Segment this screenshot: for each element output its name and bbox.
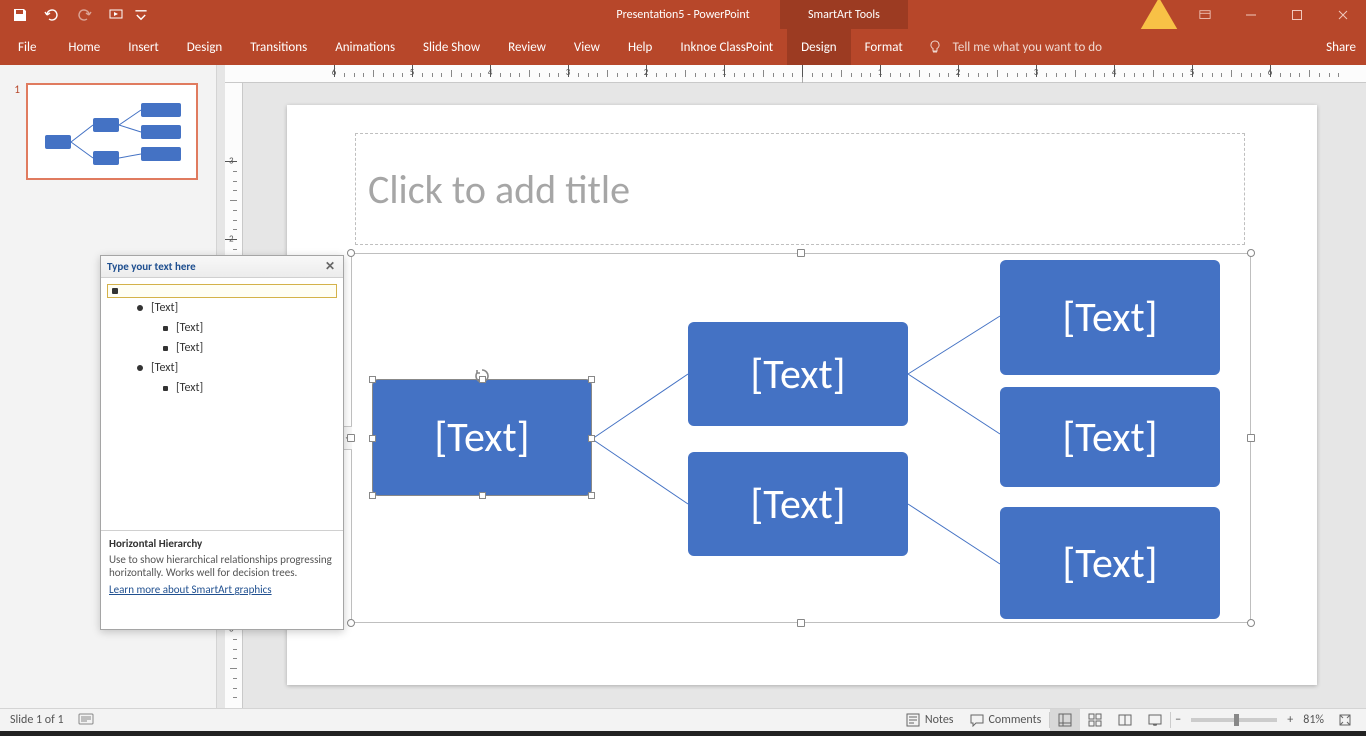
- text-pane-close-button[interactable]: ✕: [323, 260, 337, 274]
- smartart-frame[interactable]: ◂ [Text]: [351, 253, 1251, 623]
- text-pane-item[interactable]: [Text]: [107, 378, 337, 398]
- zoom-out-button[interactable]: −: [1171, 709, 1185, 732]
- titlebar: Presentation5 - PowerPoint SmartArt Tool…: [0, 0, 1366, 29]
- tab-help[interactable]: Help: [614, 29, 666, 65]
- slide-canvas-area[interactable]: Click to add title ◂: [247, 87, 1348, 704]
- text-pane-header[interactable]: Type your text here ✕: [101, 256, 343, 278]
- tab-slide-show[interactable]: Slide Show: [409, 29, 494, 65]
- tab-file[interactable]: File: [0, 29, 54, 65]
- title-placeholder[interactable]: Click to add title: [355, 133, 1245, 245]
- tab-insert[interactable]: Insert: [114, 29, 173, 65]
- taskbar-sliver: [0, 731, 1366, 736]
- tab-smartart-format[interactable]: Format: [851, 29, 917, 65]
- text-pane-item[interactable]: [Text]: [107, 358, 337, 378]
- tab-animations[interactable]: Animations: [321, 29, 409, 65]
- slide-sorter-view-button[interactable]: [1080, 709, 1110, 732]
- thumbnail-slot: 1: [10, 83, 206, 180]
- text-pane-title: Type your text here: [107, 260, 196, 273]
- contextual-tools-label: SmartArt Tools: [780, 0, 908, 29]
- maximize-button[interactable]: [1274, 0, 1320, 29]
- thumbnail-number: 1: [10, 83, 20, 180]
- title-text: Presentation5 - PowerPoint: [616, 8, 749, 22]
- slide: Click to add title ◂: [287, 105, 1317, 685]
- smartart-node-root[interactable]: [Text]: [372, 379, 592, 496]
- text-pane-item-text: [Text]: [151, 361, 178, 375]
- text-pane-item-text: [Text]: [176, 321, 203, 335]
- tab-smartart-design[interactable]: Design: [787, 29, 850, 65]
- smartart-node-text: [Text]: [750, 479, 845, 530]
- spellcheck-icon[interactable]: [78, 713, 94, 727]
- notes-label: Notes: [925, 713, 954, 727]
- smartart-node-l3c[interactable]: [Text]: [1000, 507, 1220, 619]
- normal-view-button[interactable]: [1050, 709, 1080, 732]
- save-button[interactable]: [6, 3, 34, 27]
- smartart-node-l2a[interactable]: [Text]: [688, 322, 908, 426]
- slideshow-view-button[interactable]: [1140, 709, 1170, 732]
- text-pane-footer-desc: Use to show hierarchical relationships p…: [109, 553, 335, 579]
- smartart-node-text: [Text]: [1062, 292, 1157, 343]
- text-pane-item-text: [Text]: [151, 301, 178, 315]
- quick-access-toolbar: [0, 3, 154, 27]
- tab-home[interactable]: Home: [54, 29, 114, 65]
- ribbon-tabs: File Home Insert Design Transitions Anim…: [0, 29, 1366, 65]
- notes-button[interactable]: Notes: [898, 709, 962, 732]
- redo-button[interactable]: [70, 3, 98, 27]
- rotate-handle-icon[interactable]: [473, 346, 491, 397]
- text-pane-body: [Text] [Text] [Text] [Text] [Text]: [101, 278, 343, 530]
- status-bar: Slide 1 of 1 Notes Comments − + 81%: [0, 708, 1366, 731]
- reading-view-button[interactable]: [1110, 709, 1140, 732]
- share-button[interactable]: Share: [1320, 29, 1356, 65]
- text-pane-footer: Horizontal Hierarchy Use to show hierarc…: [101, 530, 343, 604]
- title-placeholder-text: Click to add title: [368, 165, 630, 214]
- text-pane-learn-more-link[interactable]: Learn more about SmartArt graphics: [109, 583, 272, 596]
- status-bar-right: Notes Comments − + 81%: [898, 709, 1360, 732]
- document-title: Presentation5 - PowerPoint: [616, 8, 749, 22]
- slide-thumbnail-1[interactable]: [26, 83, 198, 180]
- text-pane-item-text: [Text]: [176, 381, 203, 395]
- text-pane-item[interactable]: [Text]: [107, 338, 337, 358]
- tab-design[interactable]: Design: [173, 29, 236, 65]
- text-pane-item[interactable]: [Text]: [107, 318, 337, 338]
- smartart-node-l3a[interactable]: [Text]: [1000, 260, 1220, 375]
- zoom-level[interactable]: 81%: [1297, 709, 1330, 732]
- smartart-node-text: [Text]: [750, 349, 845, 400]
- tab-review[interactable]: Review: [494, 29, 560, 65]
- tell-me-search[interactable]: Tell me what you want to do: [927, 29, 1102, 65]
- smartart-node-text: [Text]: [434, 412, 529, 463]
- warning-icon[interactable]: [1136, 0, 1182, 29]
- smartart-node-l3b[interactable]: [Text]: [1000, 387, 1220, 487]
- status-bar-left: Slide 1 of 1: [0, 713, 104, 727]
- ribbon-display-options-button[interactable]: [1182, 0, 1228, 29]
- window-controls: [1136, 0, 1366, 29]
- tab-view[interactable]: View: [560, 29, 614, 65]
- tell-me-label: Tell me what you want to do: [953, 40, 1102, 55]
- smartart-node-text: [Text]: [1062, 412, 1157, 463]
- comments-label: Comments: [989, 713, 1042, 727]
- undo-button[interactable]: [38, 3, 66, 27]
- text-pane-item[interactable]: [Text]: [107, 298, 337, 318]
- zoom-slider[interactable]: [1191, 718, 1277, 722]
- smartart-node-l2b[interactable]: [Text]: [688, 452, 908, 556]
- text-pane-item[interactable]: [107, 284, 337, 298]
- horizontal-ruler[interactable]: 654321123456: [225, 65, 1366, 83]
- qat-customize-button[interactable]: [134, 3, 148, 27]
- tab-inknoe-classpoint[interactable]: Inknoe ClassPoint: [666, 29, 787, 65]
- zoom-slider-handle[interactable]: [1234, 714, 1239, 726]
- smartart-text-pane[interactable]: Type your text here ✕ [Text] [Text] [Tex…: [100, 255, 344, 630]
- smartart-node-text: [Text]: [1062, 538, 1157, 589]
- tab-transitions[interactable]: Transitions: [236, 29, 321, 65]
- fit-to-window-button[interactable]: [1330, 709, 1360, 732]
- minimize-button[interactable]: [1228, 0, 1274, 29]
- text-pane-footer-title: Horizontal Hierarchy: [109, 537, 335, 550]
- comments-button[interactable]: Comments: [962, 709, 1050, 732]
- zoom-in-button[interactable]: +: [1283, 709, 1297, 732]
- close-button[interactable]: [1320, 0, 1366, 29]
- share-label: Share: [1326, 40, 1356, 55]
- work-area: 654321123456 321123 1 Click to add title: [0, 65, 1366, 708]
- lightbulb-icon: [927, 39, 943, 55]
- text-pane-item-text: [Text]: [176, 341, 203, 355]
- slide-counter[interactable]: Slide 1 of 1: [10, 713, 64, 727]
- start-from-beginning-button[interactable]: [102, 3, 130, 27]
